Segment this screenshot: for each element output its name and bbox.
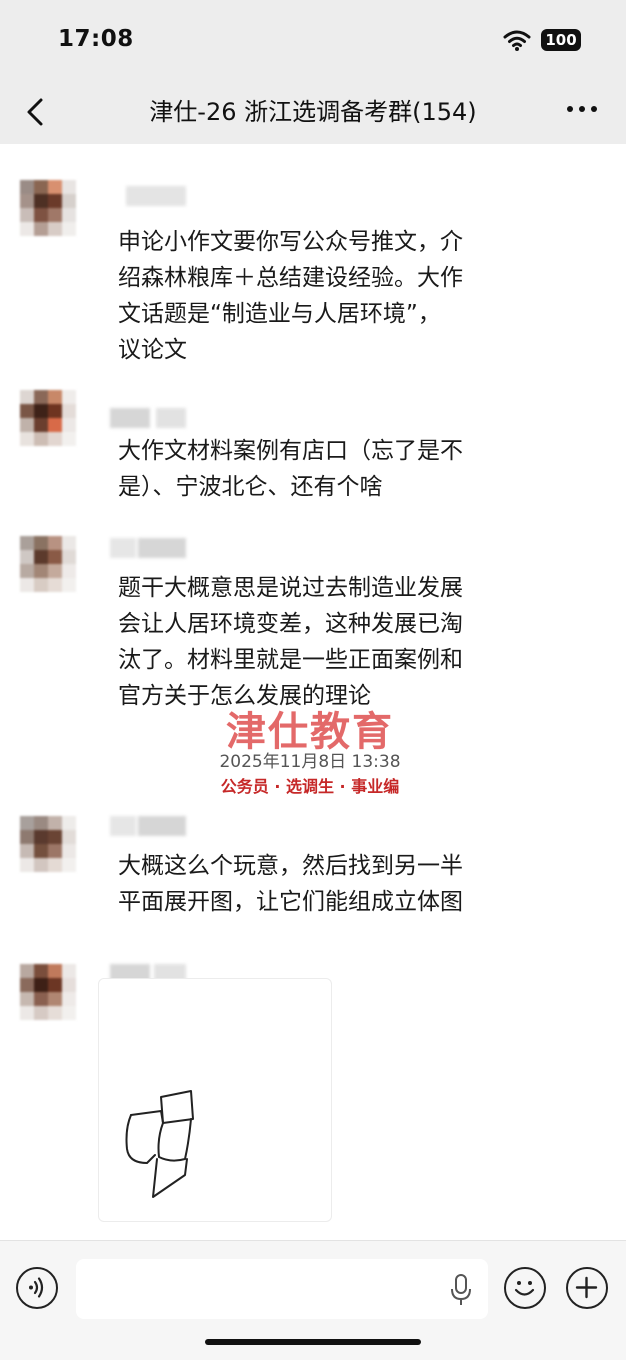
message-text[interactable]: 大作文材料案例有店口（忘了是不 是）、宁波北仑、还有个啥 [118, 433, 518, 505]
battery-indicator: 100 [541, 29, 581, 51]
chat-title: 津仕-26 浙江选调备考群(154) [149, 98, 477, 126]
message-line: 是）、宁波北仑、还有个啥 [118, 474, 383, 500]
message-line: 绍森林粮库＋总结建设经验。大作 [118, 265, 463, 291]
message-line: 题干大概意思是说过去制造业发展 [118, 575, 463, 601]
message-line: 文话题是“制造业与人居环境”， [118, 301, 441, 327]
avatar[interactable] [20, 964, 76, 1020]
message-line: 汰了。材料里就是一些正面案例和 [118, 647, 463, 673]
message-line: 大概这么个玩意，然后找到另一半 [118, 853, 463, 879]
avatar[interactable] [20, 180, 76, 236]
message-input[interactable] [76, 1259, 488, 1319]
nav-bar: 津仕-26 浙江选调备考群(154) [0, 80, 626, 144]
message-line: 申论小作文要你写公众号推文，介 [118, 229, 463, 255]
avatar[interactable] [20, 536, 76, 592]
message-text[interactable]: 大概这么个玩意，然后找到另一半 平面展开图，让它们能组成立体图 [118, 848, 518, 920]
message-line: 议论文 [118, 337, 187, 363]
watermark-subtitle: 公务员 · 选调生 · 事业编 [220, 777, 400, 796]
wifi-icon [503, 30, 531, 51]
mic-icon[interactable] [448, 1273, 474, 1307]
input-bar [0, 1240, 626, 1360]
more-dots-icon[interactable] [562, 94, 602, 124]
avatar[interactable] [20, 816, 76, 872]
message-line: 大作文材料案例有店口（忘了是不 [118, 438, 463, 464]
message-text[interactable]: 题干大概意思是说过去制造业发展 会让人居环境变差，这种发展已淘 汰了。材料里就是… [118, 570, 518, 714]
message-text[interactable]: 申论小作文要你写公众号推文，介 绍森林粮库＋总结建设经验。大作 文话题是“制造业… [118, 224, 518, 368]
chevron-left-icon[interactable] [20, 92, 52, 132]
watermark-brand: 津仕教育 [226, 709, 394, 755]
message-line: 平面展开图，让它们能组成立体图 [118, 889, 463, 915]
chat-area[interactable]: 申论小作文要你写公众号推文，介 绍森林粮库＋总结建设经验。大作 文话题是“制造业… [0, 144, 626, 1240]
sketch-image [125, 1090, 194, 1198]
add-icon[interactable] [566, 1267, 608, 1309]
home-indicator[interactable] [205, 1339, 421, 1345]
emoji-icon[interactable] [504, 1267, 546, 1309]
watermark-timestamp: 2025年11月8日 13:38 [219, 752, 401, 772]
status-time: 17:08 [58, 26, 134, 52]
status-bar: 17:08 100 [0, 0, 626, 80]
avatar[interactable] [20, 390, 76, 446]
watermark: 津仕教育 2025年11月8日 13:38 公务员 · 选调生 · 事业编 [160, 712, 460, 802]
image-message[interactable] [98, 978, 332, 1222]
voice-icon[interactable] [16, 1267, 58, 1309]
message-line: 会让人居环境变差，这种发展已淘 [118, 611, 463, 637]
